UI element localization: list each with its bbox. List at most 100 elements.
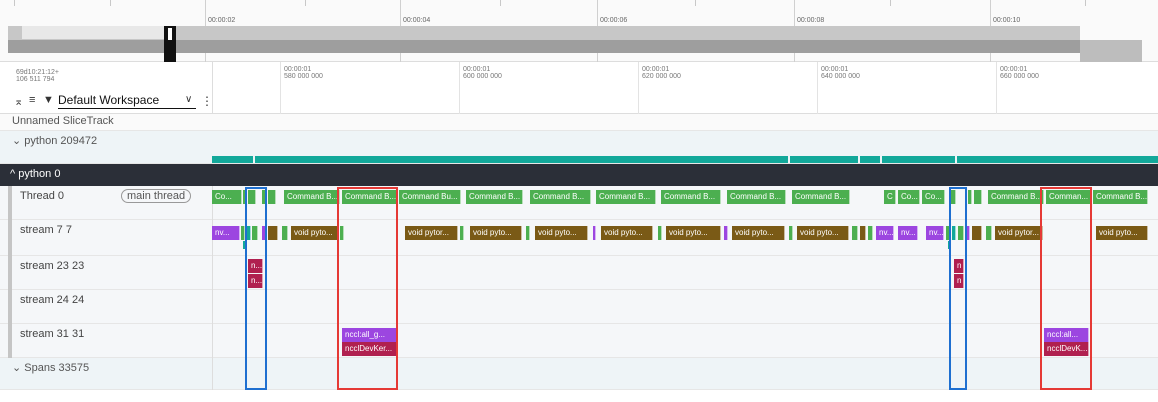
thread0-slice[interactable]: C: [884, 190, 896, 204]
thread0-slice[interactable]: Command B...: [727, 190, 786, 204]
track-stream24[interactable]: stream 24 24: [0, 290, 1158, 324]
stream7-slice[interactable]: void pyto...: [601, 226, 653, 240]
thread0-slice[interactable]: Command B...: [988, 190, 1044, 204]
more-vertical-icon[interactable]: ⋮: [201, 94, 213, 108]
filter-list-icon[interactable]: ≡: [29, 94, 35, 106]
stream7-slice[interactable]: void pyto...: [666, 226, 721, 240]
overview-tick: [110, 0, 111, 6]
stream7-slice[interactable]: void pyto...: [797, 226, 849, 240]
overview-tick-label: 00:00:04: [403, 17, 431, 24]
stream7-slice[interactable]: [593, 226, 596, 240]
stream7-slice[interactable]: [526, 226, 530, 240]
track-title: Thread 0: [20, 190, 65, 202]
overview-selection-handle[interactable]: [168, 28, 172, 40]
ruler-tick-label: 580 000 000: [284, 73, 323, 80]
thread0-slice[interactable]: [268, 190, 276, 204]
overview-tick-label: 00:00:10: [993, 17, 1021, 24]
stream7-slice[interactable]: void pyto...: [470, 226, 522, 240]
panel-divider: [212, 186, 213, 390]
track-stream31[interactable]: stream 31 31: [0, 324, 1158, 358]
thread0-slice[interactable]: Command B...: [530, 190, 591, 204]
ruler-tick-label: 600 000 000: [463, 73, 502, 80]
stream7-slice[interactable]: void pyto...: [1096, 226, 1148, 240]
time-ruler[interactable]: 69d10:21:12+ 106 511 794 00:00:01 580 00…: [0, 62, 1158, 114]
overview-tick: [305, 0, 306, 6]
thread0-slice[interactable]: Command B...: [466, 190, 523, 204]
thread-indent-bar: [8, 186, 12, 358]
thread0-slice[interactable]: Command B...: [661, 190, 721, 204]
stream7-slice[interactable]: nv...: [212, 226, 240, 240]
spans-title: ⌄ Spans 33575: [12, 361, 89, 374]
stream7-slice[interactable]: void pyto...: [732, 226, 785, 240]
overview-tick: [890, 0, 891, 6]
stream7-slice[interactable]: [868, 226, 873, 240]
chevron-down-icon[interactable]: ∨: [185, 94, 192, 105]
thread0-slice[interactable]: Co...: [212, 190, 242, 204]
stream7-slice[interactable]: [658, 226, 662, 240]
ruler-tick-label: 640 000 000: [821, 73, 860, 80]
chevron-down-icon[interactable]: ⌄: [12, 135, 21, 147]
workspace-selector[interactable]: Default Workspace: [58, 93, 196, 109]
thread-group-python0[interactable]: ^ python 0: [0, 164, 1158, 186]
thread0-slice[interactable]: Command B...: [284, 190, 340, 204]
thread0-slice[interactable]: [968, 190, 972, 204]
thread0-slice[interactable]: Co...: [922, 190, 945, 204]
stream7-slice[interactable]: nv...: [926, 226, 944, 240]
highlight-box-blue: [949, 187, 967, 390]
thread0-slice[interactable]: [974, 190, 982, 204]
ruler-tick: [459, 62, 460, 114]
highlight-box-blue: [245, 187, 267, 390]
timeline-overview[interactable]: 00:00:02 00:00:04 00:00:06 00:00:08 00:0…: [0, 0, 1158, 62]
thread0-slice[interactable]: Command B...: [596, 190, 656, 204]
stream7-slice[interactable]: [860, 226, 866, 240]
stream7-slice[interactable]: [724, 226, 728, 240]
stream7-slice[interactable]: [268, 226, 278, 240]
stream7-slice[interactable]: void pyto...: [535, 226, 588, 240]
process-title: ⌄ python 209472: [12, 134, 97, 147]
highlight-box-red: [1040, 187, 1092, 390]
thread0-slice[interactable]: Command B...: [792, 190, 850, 204]
ruler-tick-label: 660 000 000: [1000, 73, 1039, 80]
track-unnamed-slicetrack[interactable]: Unnamed SliceTrack: [0, 114, 1158, 131]
stream7-slice[interactable]: nv...: [898, 226, 918, 240]
thread-group-title: ^ python 0: [10, 168, 60, 180]
summary-gap: [788, 156, 790, 163]
stream7-slice[interactable]: [852, 226, 858, 240]
stream7-slice[interactable]: void pytor...: [405, 226, 458, 240]
process-summary-bar: [212, 156, 1158, 163]
stream7-slice[interactable]: [282, 226, 288, 240]
ruler-tick-label: 620 000 000: [642, 73, 681, 80]
ruler-tick: [280, 62, 281, 114]
thread0-slice[interactable]: Command B...: [1093, 190, 1148, 204]
funnel-icon[interactable]: ▼: [43, 94, 54, 106]
track-title: stream 24 24: [20, 294, 85, 306]
process-group-python[interactable]: ⌄ python 209472: [0, 131, 1158, 164]
summary-gap: [858, 156, 860, 163]
overview-activity-band: [1080, 40, 1142, 53]
chevron-up-icon[interactable]: ^: [10, 168, 15, 180]
stream7-slice[interactable]: void pyto...: [291, 226, 339, 240]
stream7-slice[interactable]: [460, 226, 464, 240]
overview-tick: [500, 0, 501, 6]
track-title: Unnamed SliceTrack: [12, 115, 114, 127]
stream7-slice[interactable]: [972, 226, 982, 240]
spans-title-text: Spans 33575: [24, 362, 90, 374]
overview-tick-label: 00:00:06: [600, 17, 628, 24]
stream7-slice[interactable]: void pytor...: [995, 226, 1043, 240]
thread-group-title-text: python 0: [18, 168, 61, 180]
chevron-down-icon[interactable]: ⌄: [12, 362, 21, 374]
overview-tick-label: 00:00:08: [797, 17, 825, 24]
ruler-tick: [996, 62, 997, 114]
stream7-slice[interactable]: [789, 226, 793, 240]
ruler-tick: [817, 62, 818, 114]
thread0-slice[interactable]: Co...: [898, 190, 920, 204]
stream7-slice[interactable]: [986, 226, 992, 240]
track-stream23[interactable]: stream 23 23: [0, 256, 1158, 290]
stream7-slice[interactable]: nv...: [876, 226, 894, 240]
track-spans[interactable]: ⌄ Spans 33575: [0, 358, 1158, 390]
thread0-slice[interactable]: Command Bu...: [399, 190, 461, 204]
overview-activity-band: [1080, 53, 1142, 62]
summary-gap: [955, 156, 957, 163]
collapse-all-icon[interactable]: ⌅: [14, 95, 23, 108]
track-title: stream 23 23: [20, 260, 85, 272]
